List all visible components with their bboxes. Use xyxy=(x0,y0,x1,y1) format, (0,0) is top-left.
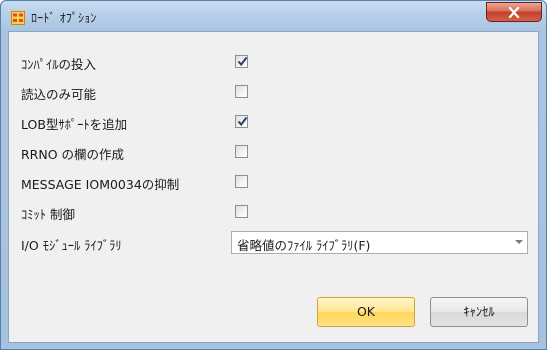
ok-button[interactable]: OK xyxy=(317,297,415,327)
dialog-window: ﾛｰﾄﾞ ｵﾌﾟｼｮﾝ ｺﾝﾊﾟｲﾙの投入 読込のみ可能 LOB型ｻﾎﾟｰﾄを追加 R… xyxy=(0,0,547,350)
chevron-down-icon xyxy=(515,240,523,244)
close-icon xyxy=(508,7,520,18)
option-checkbox[interactable] xyxy=(235,175,248,188)
option-label: ｺﾐｯﾄ 制御 xyxy=(21,207,75,222)
app-icon xyxy=(11,10,25,25)
option-label: 読込のみ可能 xyxy=(21,87,97,102)
io-module-selected-value: 省略値のﾌｧｲﾙ ﾗｲﾌﾞﾗﾘ(F) xyxy=(237,238,371,253)
checkmark-icon xyxy=(237,116,248,127)
option-checkbox[interactable] xyxy=(235,85,248,98)
option-label: RRNO の欄の作成 xyxy=(21,147,125,162)
option-checkbox[interactable] xyxy=(235,55,248,68)
option-label: ｺﾝﾊﾟｲﾙの投入 xyxy=(21,57,97,72)
cancel-button[interactable]: ｷｬﾝｾﾙ xyxy=(430,297,528,327)
option-label: LOB型ｻﾎﾟｰﾄを追加 xyxy=(21,117,128,132)
io-module-label: I/O ﾓｼﾞｭｰﾙ ﾗｲﾌﾞﾗﾘ xyxy=(21,238,122,253)
option-label: MESSAGE IOM0034の抑制 xyxy=(21,177,180,192)
dialog-content: ｺﾝﾊﾟｲﾙの投入 読込のみ可能 LOB型ｻﾎﾟｰﾄを追加 RRNO の欄の作成 MES… xyxy=(8,31,539,343)
io-module-select[interactable]: 省略値のﾌｧｲﾙ ﾗｲﾌﾞﾗﾘ(F) xyxy=(231,231,528,254)
window-title: ﾛｰﾄﾞ ｵﾌﾟｼｮﾝ xyxy=(31,11,97,25)
checkmark-icon xyxy=(237,56,248,67)
option-checkbox[interactable] xyxy=(235,145,248,158)
option-checkbox[interactable] xyxy=(235,205,248,218)
option-checkbox[interactable] xyxy=(235,115,248,128)
close-button[interactable] xyxy=(486,2,542,22)
title-bar: ﾛｰﾄﾞ ｵﾌﾟｼｮﾝ xyxy=(1,1,546,31)
